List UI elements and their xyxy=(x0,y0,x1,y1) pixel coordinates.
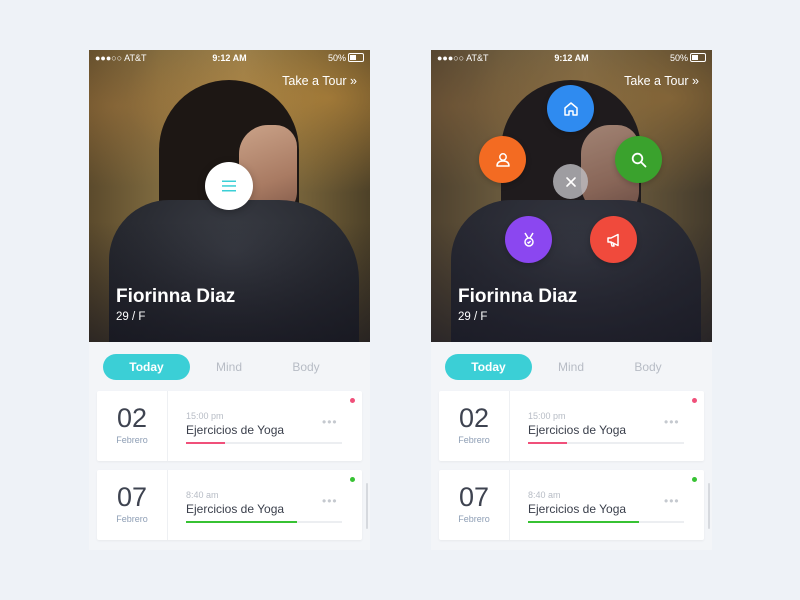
tab-body[interactable]: Body xyxy=(279,354,333,380)
event-time: 15:00 pm xyxy=(186,411,224,421)
close-icon xyxy=(565,176,576,187)
profile-name: Fiorinna Diaz xyxy=(458,286,578,307)
search-button[interactable] xyxy=(615,136,662,183)
segment-tabs: Today Mind Body xyxy=(431,342,712,388)
status-dot xyxy=(692,477,697,482)
search-icon xyxy=(631,152,646,167)
more-options-icon[interactable]: ••• xyxy=(322,494,338,508)
event-day: 07 xyxy=(116,482,148,512)
event-date: 07 Febrero xyxy=(439,470,510,540)
tab-body[interactable]: Body xyxy=(621,354,675,380)
battery-indicator: 50% xyxy=(670,53,706,63)
battery-indicator: 50% xyxy=(328,53,364,63)
event-card[interactable]: 02 Febrero 15:00 pm Ejercicios de Yoga •… xyxy=(439,391,704,461)
event-day: 02 xyxy=(458,403,490,433)
profile-name: Fiorinna Diaz xyxy=(116,286,236,307)
event-progress-fill xyxy=(528,442,567,444)
event-month: Febrero xyxy=(116,435,148,445)
event-card[interactable]: 07 Febrero 8:40 am Ejercicios de Yoga ••… xyxy=(439,470,704,540)
event-progress-fill xyxy=(186,521,297,523)
event-day: 07 xyxy=(458,482,490,512)
event-month: Febrero xyxy=(116,514,148,524)
take-tour-link[interactable]: Take a Tour » xyxy=(624,74,699,88)
event-progress-fill xyxy=(186,442,225,444)
home-icon xyxy=(563,101,578,116)
scrollbar[interactable] xyxy=(366,483,368,529)
status-bar: ●●●○○ AT&T 9:12 AM 50% xyxy=(89,50,370,66)
more-options-icon[interactable]: ••• xyxy=(322,415,338,429)
scrollbar[interactable] xyxy=(708,483,710,529)
status-dot xyxy=(692,398,697,403)
event-time: 8:40 am xyxy=(528,490,561,500)
event-progress-track xyxy=(186,521,342,523)
profile-age: 29 / F xyxy=(458,311,488,323)
battery-icon xyxy=(348,53,364,62)
tab-today[interactable]: Today xyxy=(103,354,190,380)
event-title: Ejercicios de Yoga xyxy=(186,423,285,437)
event-month: Febrero xyxy=(458,435,490,445)
event-title: Ejercicios de Yoga xyxy=(186,502,285,516)
achievements-button[interactable] xyxy=(505,216,552,263)
tab-mind[interactable]: Mind xyxy=(544,354,598,380)
event-progress-track xyxy=(528,442,684,444)
take-tour-link[interactable]: Take a Tour » xyxy=(282,74,357,88)
profile-age: 29 / F xyxy=(116,311,146,323)
event-title: Ejercicios de Yoga xyxy=(528,423,627,437)
tab-today[interactable]: Today xyxy=(445,354,532,380)
home-button[interactable] xyxy=(547,85,594,132)
event-progress-track xyxy=(528,521,684,523)
profile-button[interactable] xyxy=(479,136,526,183)
announcements-button[interactable] xyxy=(590,216,637,263)
event-date: 02 Febrero xyxy=(439,391,510,461)
phone-screen-default: ●●●○○ AT&T 9:12 AM 50% Take a Tour » Fio… xyxy=(89,50,370,550)
segment-tabs: Today Mind Body xyxy=(89,342,370,388)
more-options-icon[interactable]: ••• xyxy=(664,494,680,508)
event-progress-track xyxy=(186,442,342,444)
event-date: 07 Febrero xyxy=(97,470,168,540)
status-bar: ●●●○○ AT&T 9:12 AM 50% xyxy=(431,50,712,66)
event-month: Febrero xyxy=(458,514,490,524)
battery-icon xyxy=(690,53,706,62)
event-date: 02 Febrero xyxy=(97,391,168,461)
close-menu-button[interactable] xyxy=(553,164,588,199)
menu-button[interactable] xyxy=(205,162,253,210)
tab-mind[interactable]: Mind xyxy=(202,354,256,380)
more-options-icon[interactable]: ••• xyxy=(664,415,680,429)
event-card[interactable]: 07 Febrero 8:40 am Ejercicios de Yoga ••… xyxy=(97,470,362,540)
event-day: 02 xyxy=(116,403,148,433)
event-progress-fill xyxy=(528,521,639,523)
event-title: Ejercicios de Yoga xyxy=(528,502,627,516)
status-dot xyxy=(350,398,355,403)
status-dot xyxy=(350,477,355,482)
medal-icon xyxy=(523,232,534,247)
event-time: 8:40 am xyxy=(186,490,219,500)
hamburger-icon xyxy=(222,180,236,192)
user-icon xyxy=(495,152,510,167)
megaphone-icon xyxy=(606,233,619,247)
phone-screen-menu-open: ●●●○○ AT&T 9:12 AM 50% Take a Tour » Fio… xyxy=(431,50,712,550)
event-time: 15:00 pm xyxy=(528,411,566,421)
event-card[interactable]: 02 Febrero 15:00 pm Ejercicios de Yoga •… xyxy=(97,391,362,461)
